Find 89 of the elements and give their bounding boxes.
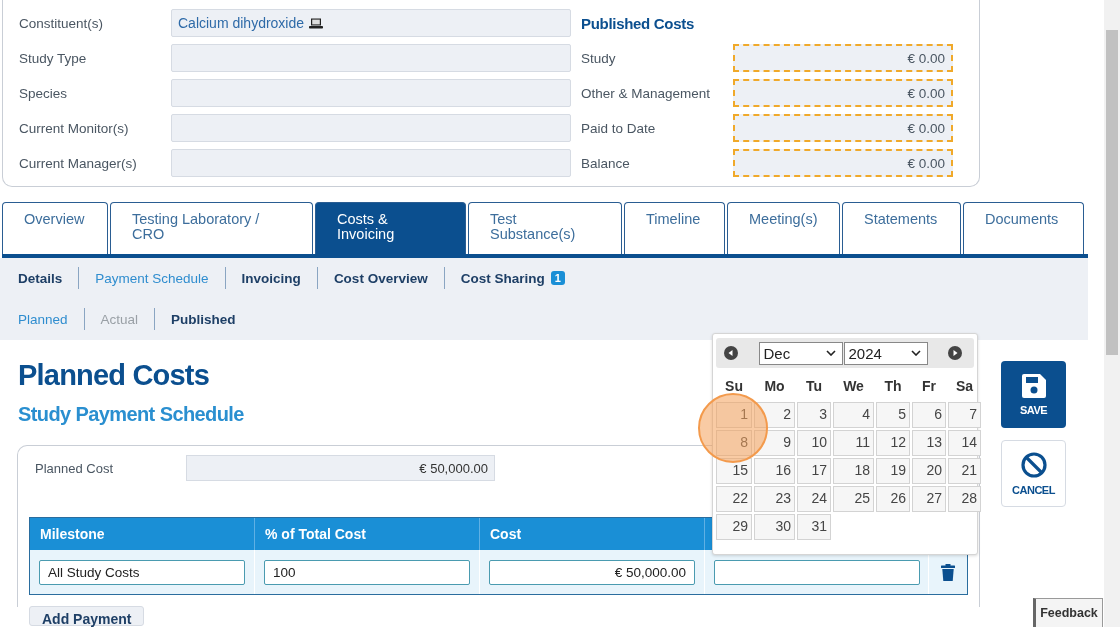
tab[interactable]: Statements [842,202,961,254]
calendar-day[interactable]: 24 [797,486,831,512]
calendar-day[interactable]: 16 [754,458,795,484]
year-select[interactable]: 2024 [843,341,928,365]
feedback-button[interactable]: Feedback [1033,598,1103,627]
scrollbar[interactable] [1104,0,1120,627]
weekday-label: Su [724,378,744,396]
field-label: Paid to Date [581,120,657,136]
calendar-day[interactable]: 3 [797,402,831,428]
calendar-day[interactable]: 9 [754,430,795,456]
trash-icon[interactable] [941,563,955,581]
calendar-day[interactable]: 26 [876,486,910,512]
weekday-label: Fr [921,378,937,396]
calendar-day[interactable]: 31 [797,514,831,540]
tab[interactable]: Overview [2,202,108,254]
calendar-day[interactable]: 14 [948,430,981,456]
weekday-label: Tu [804,378,824,396]
next-month-icon[interactable] [948,346,962,360]
field-label: Constituent(s) [19,15,105,31]
calendar-day[interactable]: 28 [948,486,981,512]
cost-field: € 0.00 [733,149,953,177]
subnav-link[interactable]: Details [18,270,63,286]
calendar-day[interactable]: 10 [797,430,831,456]
calendar-day[interactable]: 25 [833,486,874,512]
calendar-day[interactable]: 7 [948,402,981,428]
laptop-icon [309,17,324,29]
weekday-label: We [842,378,865,396]
section-heading: Published Costs [581,14,696,32]
calendar-day[interactable]: 30 [754,514,795,540]
calendar-day[interactable]: 20 [912,458,946,484]
save-icon [1021,373,1046,398]
scrollbar-thumb[interactable] [1106,30,1118,355]
count-badge: 1 [550,271,565,285]
calendar-day[interactable]: 5 [876,402,910,428]
calendar-day[interactable]: 17 [797,458,831,484]
calendar-day[interactable]: 12 [876,430,910,456]
subnav-link[interactable]: Cost Overview [333,270,428,286]
constituent-link[interactable]: Calcium dihydroxide [178,15,305,31]
input-field[interactable]: € 50,000.00 [489,559,695,585]
tab[interactable]: Testing Laboratory / CRO [110,202,313,254]
tab[interactable]: Meeting(s) [727,202,840,254]
subnav-link[interactable]: Cost Sharing [460,270,545,286]
field-label: Current Monitor(s) [19,120,130,136]
calendar-day[interactable]: 15 [716,458,752,484]
chevron-down-icon [825,350,836,356]
cancel-button[interactable]: CANCEL [1001,440,1066,507]
tab[interactable]: Costs & Invoicing [315,202,466,254]
field-label: Study Type [19,50,88,66]
calendar-day[interactable]: 27 [912,486,946,512]
calendar-day[interactable]: 18 [833,458,874,484]
field-label: Study [581,50,617,66]
save-button[interactable]: SAVE [1001,361,1066,428]
input-field[interactable]: 100 [264,559,470,585]
calendar-day[interactable]: 29 [716,514,752,540]
chevron-down-icon [910,350,921,356]
calendar-day[interactable]: 11 [833,430,874,456]
page-title: Planned Costs [18,358,210,392]
weekday-label: Sa [954,378,975,396]
month-select[interactable]: Dec [758,341,843,365]
section-heading: Study Payment Schedule [18,402,244,427]
calendar-day[interactable]: 2 [754,402,795,428]
field-label: Species [19,85,69,101]
subnav-link[interactable]: Invoicing [241,270,301,286]
weekday-label: Mo [763,378,786,396]
calendar-day[interactable]: 21 [948,458,981,484]
previous-month-icon[interactable] [724,346,738,360]
field-label: Current Manager(s) [19,155,138,171]
calendar-day[interactable]: 13 [912,430,946,456]
calendar-day[interactable]: 22 [716,486,752,512]
subnav-link[interactable]: Published [171,311,236,327]
readonly-field: € 50,000.00 [186,455,495,481]
cancel-icon [1020,451,1047,478]
calendar-day[interactable]: 6 [912,402,946,428]
tab[interactable]: Documents [963,202,1084,254]
calendar-day[interactable]: 23 [754,486,795,512]
calendar-day[interactable]: 19 [876,458,910,484]
tab[interactable]: Timeline [624,202,725,254]
cost-field: € 0.00 [733,114,953,142]
calendar-day[interactable]: 4 [833,402,874,428]
add-payment-button[interactable]: Add Payment [29,606,145,626]
tab[interactable]: Test Substance(s) [468,202,622,254]
input-field[interactable] [713,559,920,585]
cost-field: € 0.00 [733,44,953,72]
cost-field: € 0.00 [733,79,953,107]
field-label: Balance [581,155,631,171]
input-field[interactable]: All Study Costs [39,559,245,585]
field-label: Other & Management [581,85,712,101]
field-label: Planned Cost [35,460,115,476]
weekday-label: Th [883,378,903,396]
